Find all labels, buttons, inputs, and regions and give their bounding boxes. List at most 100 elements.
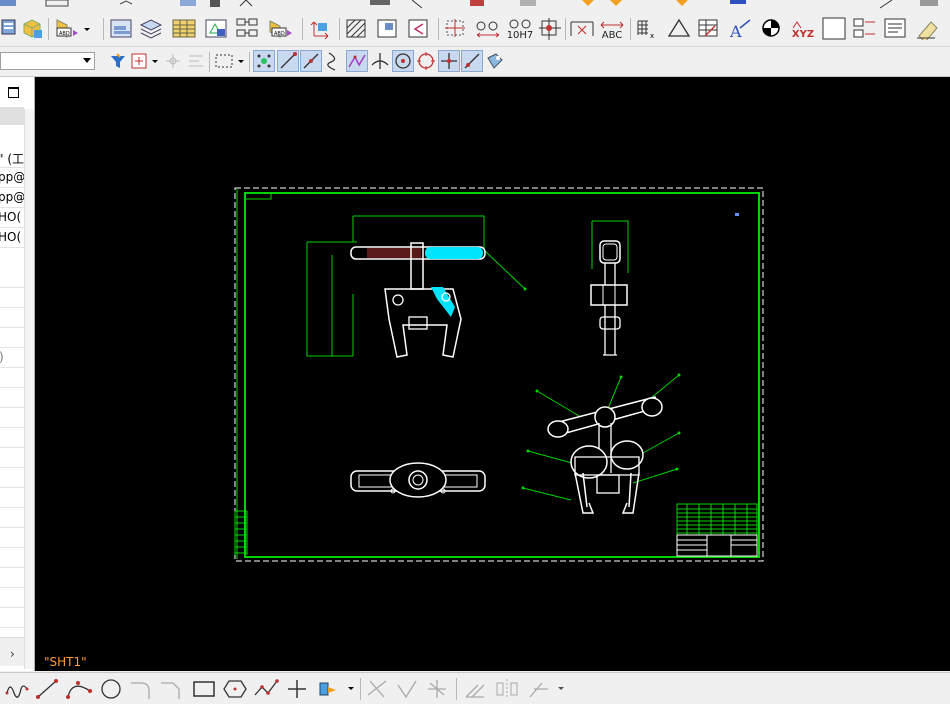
tree-item-label: pp@: [0, 190, 24, 204]
trim-icon: [364, 677, 390, 701]
erase-icon[interactable]: [913, 15, 943, 41]
paragraph-icon[interactable]: [882, 15, 910, 41]
line-icon[interactable]: [34, 677, 60, 701]
circle-icon[interactable]: [98, 677, 124, 701]
tree-item[interactable]: ): [0, 347, 24, 368]
blank-box-icon[interactable]: [820, 15, 848, 41]
sheet-frame: [234, 187, 764, 562]
side-view: [590, 220, 629, 356]
properties-icon[interactable]: [0, 15, 18, 41]
point-icon[interactable]: [284, 677, 310, 701]
grid-snap-icon[interactable]: [253, 50, 275, 72]
tree-item[interactable]: [0, 567, 24, 588]
svg-text:A: A: [729, 22, 742, 40]
move-view-icon[interactable]: [306, 15, 336, 41]
tolerance-fit-label: 10H7: [506, 30, 534, 41]
tree-item[interactable]: [0, 607, 24, 628]
filter-icon[interactable]: [107, 50, 129, 72]
view-icon[interactable]: [108, 15, 136, 41]
model-tree-panel: " (工 pp@ pp@ HO( HO( ) ›: [0, 77, 35, 671]
tolerance-fit-button[interactable]: 10H7: [505, 15, 535, 43]
snap-settings-icon[interactable]: [484, 50, 506, 72]
surface-finish-icon[interactable]: [757, 15, 785, 41]
svg-text:ABD: ABD: [59, 31, 70, 37]
tree-item[interactable]: HO(: [0, 207, 24, 228]
quadrant-snap-icon[interactable]: [415, 50, 437, 72]
main-toolbar: ABD ABD 10H7 ABC x A XYZ: [0, 12, 950, 47]
maximize-icon[interactable]: [8, 87, 19, 98]
center-snap-icon[interactable]: [392, 50, 414, 72]
tree-item[interactable]: [0, 487, 24, 508]
top-toolbar-icons: [0, 0, 938, 9]
revision-table-icon[interactable]: [695, 15, 723, 41]
tree-item[interactable]: [0, 527, 24, 548]
endpoint-snap-icon[interactable]: [277, 50, 299, 72]
sheet-name-label: "SHT1": [44, 655, 87, 669]
chevron-down-icon[interactable]: [83, 58, 91, 63]
tree-item[interactable]: [0, 427, 24, 448]
intersection-snap-icon[interactable]: [346, 50, 368, 72]
arc-icon[interactable]: [64, 677, 94, 701]
tree-item[interactable]: [0, 327, 24, 348]
tree-item[interactable]: [0, 507, 24, 528]
tree-item[interactable]: " (工: [0, 147, 24, 168]
detail-view-icon[interactable]: [374, 15, 402, 41]
front-view: [306, 215, 527, 358]
drawing-canvas[interactable]: "SHT1": [35, 77, 950, 671]
tangent-snap-icon[interactable]: [461, 50, 483, 72]
tree-item[interactable]: pp@: [0, 187, 24, 208]
chevron-right-icon[interactable]: ›: [10, 647, 15, 661]
polygon-icon[interactable]: [222, 677, 248, 701]
tree-item[interactable]: HO(: [0, 227, 24, 248]
tree-item[interactable]: [0, 407, 24, 428]
break-view-icon[interactable]: [405, 15, 433, 41]
midpoint-snap-icon[interactable]: [300, 50, 322, 72]
layer-combo[interactable]: [0, 52, 95, 70]
balloon-icon[interactable]: ABD: [266, 15, 296, 41]
bom-icon[interactable]: [234, 15, 262, 41]
drawing-sheet: [234, 187, 764, 562]
tree-item[interactable]: [0, 587, 24, 608]
layers-icon[interactable]: [138, 15, 166, 41]
datum-icon[interactable]: [537, 15, 563, 41]
nearest-snap-icon[interactable]: [438, 50, 460, 72]
sketch-dropdown-icon[interactable]: [314, 677, 356, 701]
perpendicular-snap-icon[interactable]: [369, 50, 391, 72]
ordinate-dimension-icon[interactable]: [568, 15, 596, 41]
horizontal-scrollbar[interactable]: ›: [0, 637, 24, 666]
panel-tree-header: [0, 107, 24, 125]
triangle-icon[interactable]: [665, 15, 693, 41]
annotation-dropdown-icon[interactable]: ABD: [52, 15, 92, 41]
tree-item[interactable]: [0, 287, 24, 308]
vertical-scrollbar[interactable]: [24, 109, 34, 669]
coordinate-button-label: XYZ: [791, 29, 815, 40]
tree-item[interactable]: [0, 467, 24, 488]
select-filter-dropdown-icon[interactable]: [130, 50, 160, 72]
center-mark-icon[interactable]: [442, 15, 470, 41]
dimension-icon[interactable]: [473, 15, 503, 41]
curve-snap-icon[interactable]: [323, 50, 345, 72]
tree-item[interactable]: [0, 547, 24, 568]
spline-icon[interactable]: [4, 677, 30, 701]
coordinate-button[interactable]: XYZ: [787, 15, 819, 43]
tree-item[interactable]: [0, 307, 24, 328]
tree-item[interactable]: pp@: [0, 167, 24, 188]
hatch-icon[interactable]: [343, 15, 371, 41]
tree-item[interactable]: [0, 267, 24, 288]
window-select-dropdown-icon[interactable]: [212, 50, 246, 72]
rectangle-icon[interactable]: [190, 677, 218, 701]
cube-icon[interactable]: [20, 15, 44, 41]
offset-icon: [462, 677, 488, 701]
tree-item[interactable]: [0, 387, 24, 408]
tree-item[interactable]: [0, 447, 24, 468]
text-button[interactable]: ABC: [598, 15, 626, 43]
grid-table-icon[interactable]: x: [634, 15, 662, 41]
layer-list-icon[interactable]: [851, 15, 879, 41]
fillet-icon: [128, 677, 154, 701]
tree-item[interactable]: [0, 367, 24, 388]
drawing-view-icon[interactable]: [203, 15, 231, 41]
note-icon[interactable]: A: [726, 15, 754, 41]
table-icon[interactable]: [170, 15, 198, 41]
svg-text:x: x: [650, 32, 654, 40]
polyline-icon[interactable]: [252, 677, 280, 701]
